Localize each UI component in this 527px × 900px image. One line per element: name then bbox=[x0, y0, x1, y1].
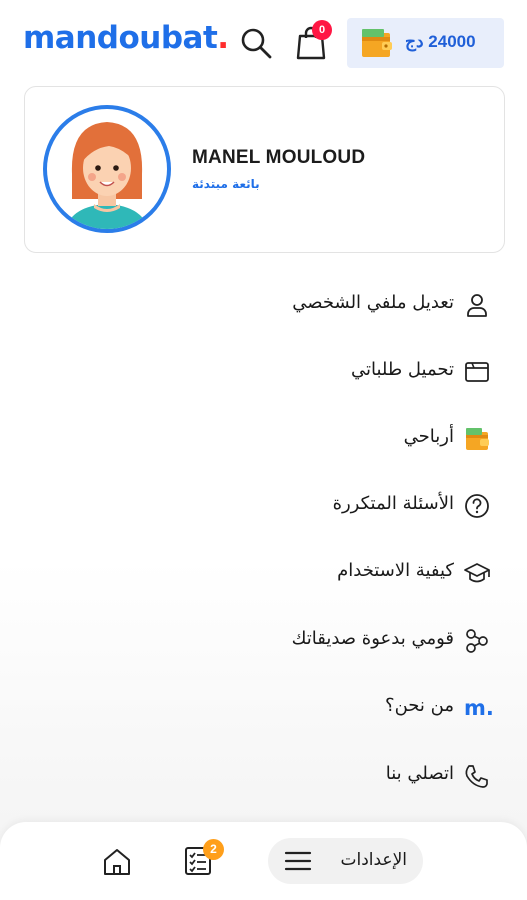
share-icon bbox=[464, 628, 490, 654]
phone-icon bbox=[464, 763, 490, 789]
user-icon bbox=[464, 292, 490, 318]
settings-label: الإعدادات bbox=[340, 850, 407, 870]
bottom-navigation: 2 الإعدادات bbox=[0, 822, 527, 900]
profile-name: MANEL MOULOUD bbox=[192, 147, 366, 168]
menu-item-earnings[interactable]: أرباحي bbox=[240, 418, 510, 458]
menu-hamburger-icon bbox=[284, 849, 312, 877]
menu-item-edit-profile[interactable]: تعديل ملفي الشخصي bbox=[240, 284, 510, 324]
brand-m-text: m. bbox=[464, 696, 494, 720]
search-icon[interactable] bbox=[238, 25, 274, 61]
settings-tab[interactable]: الإعدادات bbox=[268, 838, 423, 884]
menu-item-label: اتصلي بنا bbox=[385, 763, 454, 784]
orders-count-badge: 2 bbox=[203, 839, 224, 860]
logo[interactable]: mandoubat. bbox=[23, 20, 229, 56]
menu-item-label: من نحن؟ bbox=[385, 695, 454, 716]
menu-item-label: أرباحي bbox=[403, 426, 454, 447]
menu-item-label: قومي بدعوة صديقاتك bbox=[291, 628, 454, 649]
graduation-cap-icon bbox=[464, 560, 490, 586]
menu-item-faq[interactable]: الأسئلة المتكررة bbox=[240, 485, 510, 525]
menu-item-download-orders[interactable]: تحميل طلباتي bbox=[240, 351, 510, 391]
wallet-icon bbox=[360, 27, 394, 63]
brand-m-icon: m. bbox=[464, 695, 494, 721]
question-icon bbox=[464, 493, 490, 519]
menu-item-contact-us[interactable]: اتصلي بنا bbox=[240, 755, 510, 795]
app-header: mandoubat. 0 24000 دج bbox=[0, 0, 527, 84]
logo-dot: . bbox=[217, 20, 229, 56]
profile-role: بائعة مبتدئة bbox=[192, 177, 260, 191]
menu-item-label: تعديل ملفي الشخصي bbox=[292, 292, 454, 313]
menu-item-label: الأسئلة المتكررة bbox=[332, 493, 454, 514]
wallet-amount: 24000 دج bbox=[405, 32, 476, 51]
avatar bbox=[42, 104, 172, 234]
home-icon[interactable] bbox=[101, 846, 133, 878]
wallet-icon bbox=[464, 426, 490, 452]
folder-icon bbox=[464, 359, 490, 385]
menu-item-label: تحميل طلباتي bbox=[350, 359, 454, 380]
menu-item-invite-friends[interactable]: قومي بدعوة صديقاتك bbox=[240, 620, 510, 660]
menu-item-label: كيفية الاستخدام bbox=[337, 560, 454, 581]
menu-item-how-to-use[interactable]: كيفية الاستخدام bbox=[240, 552, 510, 592]
logo-text: mandoubat bbox=[23, 20, 218, 56]
cart-count-badge: 0 bbox=[312, 20, 332, 40]
profile-card: MANEL MOULOUD بائعة مبتدئة bbox=[24, 86, 505, 253]
wallet-balance[interactable]: 24000 دج bbox=[347, 18, 504, 68]
menu-item-about-us[interactable]: من نحن؟ m. bbox=[240, 687, 510, 727]
